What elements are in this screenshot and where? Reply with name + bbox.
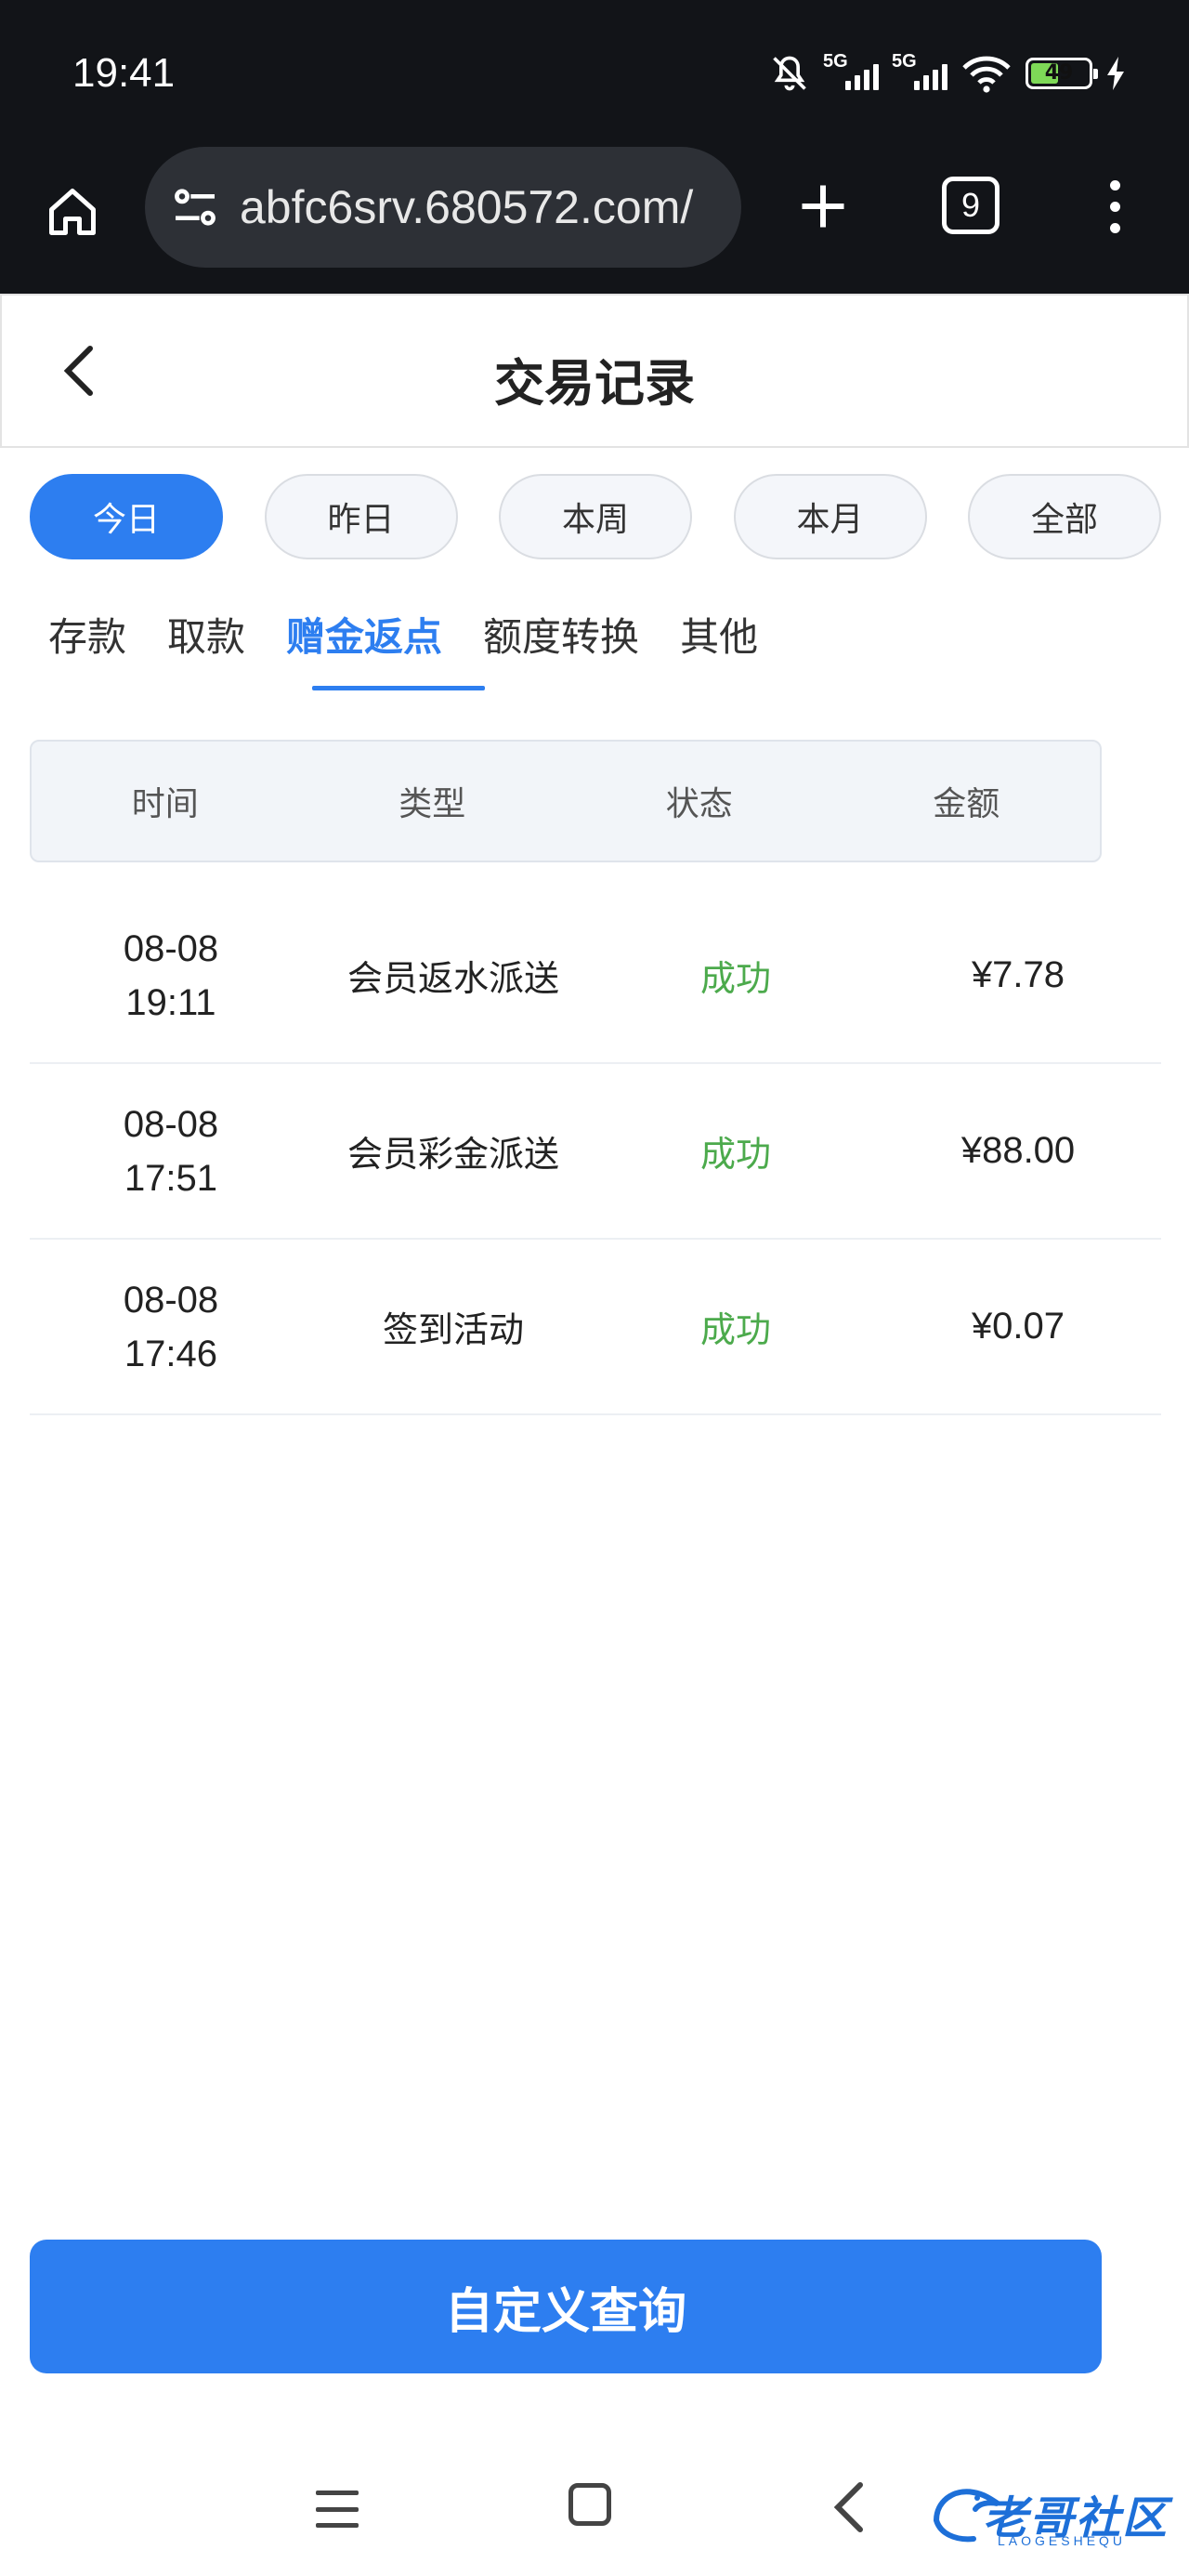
wifi-icon	[962, 56, 1011, 93]
plus-icon	[802, 185, 844, 228]
custom-query-button[interactable]: 自定义查询	[30, 2240, 1102, 2373]
menu-dot	[1109, 201, 1120, 212]
row-amount: ¥0.07	[971, 1306, 1065, 1347]
battery-icon: 49	[1026, 58, 1098, 89]
row-status: 成功	[699, 1134, 771, 1175]
tab-deposit[interactable]: 存款	[30, 602, 147, 695]
tab-transfer[interactable]: 额度转换	[463, 602, 660, 695]
signal-icon-2: 5G	[892, 51, 947, 90]
date-filter-this-week[interactable]: 本周	[499, 474, 692, 559]
network-type: 5G	[823, 51, 848, 72]
row-type: 签到活动	[382, 1309, 524, 1350]
row-date: 08-08	[123, 1279, 219, 1321]
status-time: 19:41	[72, 50, 176, 96]
menu-line	[316, 2506, 359, 2512]
charging-icon	[1107, 57, 1124, 90]
browser-home-button[interactable]	[37, 177, 108, 247]
menu-dot	[1109, 222, 1120, 233]
status-bar: 19:41 5G 5G 49	[0, 0, 1189, 139]
network-type-2: 5G	[892, 51, 917, 72]
row-datetime: 08-08 17:51	[30, 1097, 312, 1205]
transaction-list: 08-08 19:11 会员返水派送 成功 ¥7.78 08-08 17:51 …	[30, 888, 1161, 1415]
column-header-status: 状态	[665, 785, 733, 823]
menu-line	[316, 2523, 359, 2528]
bell-muted-icon	[773, 56, 806, 91]
date-filter-yesterday[interactable]: 昨日	[264, 474, 458, 559]
tab-other[interactable]: 其他	[660, 602, 778, 695]
table-row[interactable]: 08-08 17:51 会员彩金派送 成功 ¥88.00	[30, 1064, 1161, 1240]
column-header-amount: 金额	[933, 785, 1000, 823]
address-bar[interactable]: abfc6srv.680572.com/	[145, 147, 741, 268]
home-icon	[49, 189, 96, 235]
menu-dot	[1109, 179, 1120, 191]
tab-withdraw[interactable]: 取款	[147, 602, 266, 695]
browser-menu-button[interactable]	[1096, 167, 1133, 245]
page-title: 交易记录	[494, 354, 695, 413]
row-amount: ¥88.00	[960, 1130, 1076, 1171]
table-header: 时间 类型 状态 金额	[30, 740, 1102, 862]
row-amount: ¥7.78	[971, 954, 1065, 995]
row-datetime: 08-08 19:11	[30, 922, 312, 1030]
tab-switcher-button[interactable]: 9	[942, 177, 1000, 234]
browser-toolbar: abfc6srv.680572.com/ 9	[0, 139, 1189, 294]
date-filter-today[interactable]: 今日	[30, 474, 223, 559]
row-type: 会员返水派送	[346, 958, 559, 999]
tab-bonus-rebate[interactable]: 赠金返点	[266, 602, 463, 695]
page-header: 交易记录	[0, 294, 1189, 448]
row-time: 19:11	[125, 981, 216, 1023]
recent-apps-button[interactable]	[316, 2491, 359, 2528]
menu-line	[316, 2491, 359, 2495]
row-date: 08-08	[123, 927, 219, 969]
row-date: 08-08	[123, 1103, 219, 1145]
new-tab-button[interactable]	[784, 167, 862, 245]
url-text: abfc6srv.680572.com/	[240, 181, 694, 233]
row-time: 17:51	[124, 1157, 218, 1199]
nav-back-icon[interactable]	[825, 2481, 871, 2533]
category-tabs: 存款 取款 赠金返点 额度转换 其他	[30, 602, 778, 695]
nav-home-button[interactable]	[568, 2483, 611, 2526]
column-header-type: 类型	[399, 785, 466, 823]
row-datetime: 08-08 17:46	[30, 1273, 312, 1381]
battery-level: 49	[1044, 61, 1074, 85]
date-filter-group: 今日 昨日 本周 本月 全部	[30, 474, 1161, 559]
date-filter-this-month[interactable]: 本月	[733, 474, 927, 559]
row-status: 成功	[699, 958, 771, 999]
status-icons: 5G 5G 49	[769, 51, 1126, 95]
table-row[interactable]: 08-08 19:11 会员返水派送 成功 ¥7.78	[30, 888, 1161, 1064]
column-header-time: 时间	[131, 785, 199, 823]
row-status: 成功	[699, 1309, 771, 1350]
active-tab-indicator	[312, 686, 485, 690]
date-filter-all[interactable]: 全部	[968, 474, 1161, 559]
table-row[interactable]: 08-08 17:46 签到活动 成功 ¥0.07	[30, 1240, 1161, 1415]
watermark-logo: 老哥社区 LAOGESHEQU	[923, 2472, 1180, 2556]
row-type: 会员彩金派送	[346, 1134, 559, 1175]
row-time: 17:46	[124, 1333, 218, 1374]
watermark-subtext: LAOGESHEQU	[998, 2533, 1127, 2548]
site-settings-icon	[175, 189, 216, 226]
signal-icon: 5G	[823, 51, 879, 90]
